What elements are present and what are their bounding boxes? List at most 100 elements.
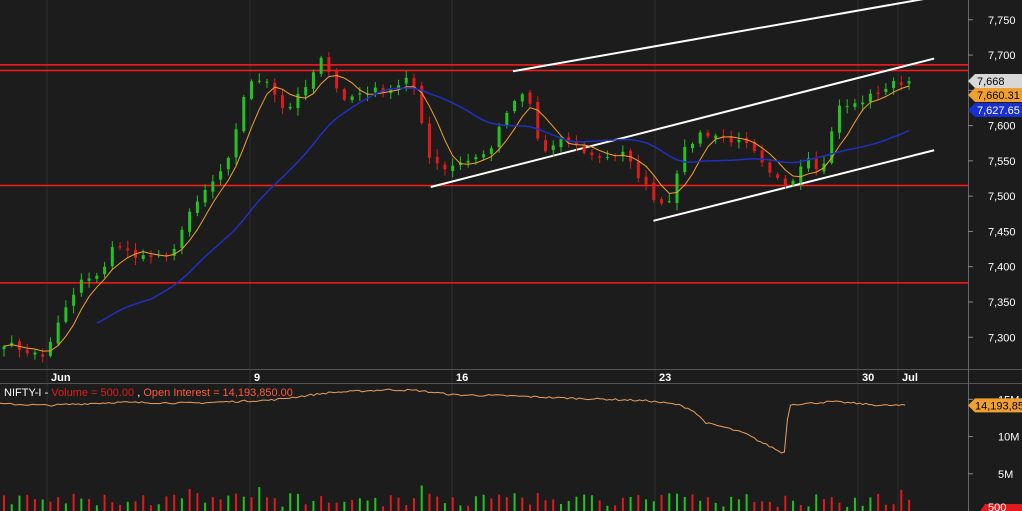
volume-bar [250,497,253,511]
volume-bar [467,505,470,511]
candle-body [427,123,431,158]
volume-bar [621,497,624,511]
candle-body [265,81,269,83]
legend-open-interest: Open Interest = 14,193,850.00 [143,387,293,399]
volume-bar [908,499,911,511]
volume-bar [459,505,462,511]
candle-body [899,82,903,85]
candle-body [814,158,818,170]
candle-body [513,101,517,112]
candle-body [652,182,656,201]
volume-bar [559,504,562,511]
legend-volume: Volume = 500.00 [51,387,134,399]
volume-bar [157,504,160,511]
candle-body [644,176,648,185]
volume-bar [846,506,849,511]
volume-bar [529,504,532,511]
candle-body [497,126,501,148]
last-price-tag-label: 7,627.65 [977,105,1020,117]
candle-body [319,57,323,74]
candle-body [667,201,671,203]
volume-bar [382,506,385,511]
candle-body [435,156,439,164]
candle-body [41,354,45,357]
volume-bar [645,499,648,511]
candle-body [234,129,238,158]
last-price-tag-label: 7,660.31 [977,90,1020,102]
candle-body [729,136,733,143]
volume-bar [768,501,771,511]
volume-bar [838,502,841,511]
candle-body [861,102,865,105]
price-tick-label: 7,300 [988,332,1016,344]
volume-bar [892,504,895,511]
oi-tick-label: 10M [998,432,1019,444]
candle-body [714,135,718,139]
candle-body [551,145,555,150]
candle-body [845,106,849,108]
volume-bar [134,501,137,511]
candle-body [64,307,68,322]
volume-bar [273,498,276,511]
volume-bar [776,506,779,511]
candle-body [335,70,339,89]
candle-body [311,72,315,89]
candle-body [675,173,679,203]
volume-bar [266,497,269,511]
volume-bar [412,498,415,511]
candle-body [72,294,76,306]
price-tick-label: 7,600 [988,121,1016,133]
volume-bar [165,496,168,511]
date-label: 9 [254,372,260,384]
candle-body [907,81,911,84]
candle-body [536,101,540,139]
candle-body [706,132,710,137]
volume-bar [668,493,671,511]
candle-body [629,150,633,162]
volume-bar [149,505,152,511]
candle-body [760,150,764,163]
volume-bar [583,494,586,511]
volume-bar [861,505,864,511]
volume-bar [420,485,423,511]
candle-body [180,229,184,248]
volume-bar [598,500,601,511]
candle-body [404,77,408,84]
candle-body [799,166,803,183]
volume-bar [95,505,98,511]
candle-body [358,93,362,95]
candle-body [544,140,548,152]
price-tick-label: 7,550 [988,156,1016,168]
volume-bar [474,496,477,511]
volume-bar [807,506,810,511]
candle-body [273,82,277,95]
volume-bar [521,497,524,511]
volume-bar [327,502,330,511]
date-label: 16 [456,372,468,384]
candle-body [783,178,787,186]
legend-separator: - [45,387,52,399]
volume-bar [57,497,60,511]
candle-body [868,93,872,102]
volume-bar [80,498,83,511]
candle-body [219,171,223,180]
volume-bar [869,497,872,511]
volume-bar [196,493,199,511]
volume-last-tag-label: 500 [988,502,1006,511]
volume-bar [219,499,222,511]
candle-body [327,57,331,73]
candle-body [103,266,107,275]
volume-bar [119,504,122,511]
candle-body [304,87,308,96]
candle-body [505,112,509,126]
candle-body [211,181,215,192]
candle-body [559,139,563,148]
volume-bar [49,501,52,511]
volume-bar [289,493,292,511]
volume-bar [436,496,439,511]
volume-bar [683,497,686,511]
volume-bar [614,505,617,511]
volume-bar [830,497,833,511]
candle-body [443,164,447,170]
volume-bar [320,496,323,511]
